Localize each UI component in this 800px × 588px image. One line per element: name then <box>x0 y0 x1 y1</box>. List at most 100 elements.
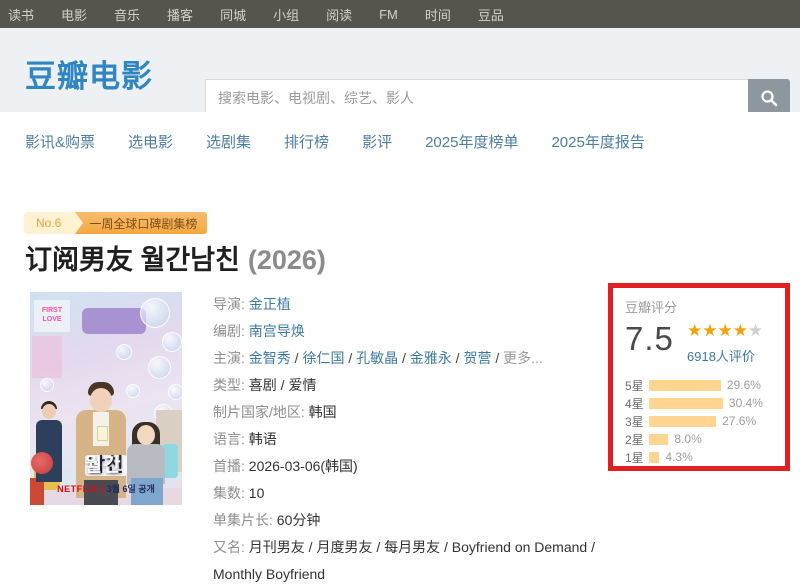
info-link[interactable]: 金雅永 <box>410 350 452 366</box>
rating-score: 7.5 <box>625 320 687 365</box>
ranking-badge-rank: No.6 <box>24 212 75 234</box>
dist-bar <box>649 434 668 445</box>
poster-bubble <box>148 356 171 379</box>
topnav-item-同城[interactable]: 同城 <box>220 5 246 24</box>
info-value: / <box>452 350 464 366</box>
subnav-item-影讯&购票[interactable]: 影讯&购票 <box>25 131 95 152</box>
poster-release-date: 3월 6일 공개 <box>107 484 155 494</box>
info-value: 韩国 <box>309 404 337 420</box>
topnav-item-音乐[interactable]: 音乐 <box>114 5 140 24</box>
info-label: 又名: <box>213 539 249 555</box>
rating-heading: 豆瓣评分 <box>625 297 773 316</box>
info-row: 又名: 月刊男友 / 月度男友 / 每月男友 / Boyfriend on De… <box>213 534 598 588</box>
info-label: 编剧: <box>213 323 249 339</box>
info-row: 单集片长: 60分钟 <box>213 507 598 534</box>
star-icon: ★ <box>718 321 733 340</box>
subnav-item-2025年度报告[interactable]: 2025年度报告 <box>551 131 644 152</box>
info-value: 2026-03-06(韩国) <box>249 458 358 474</box>
info-value: 月刊男友 / 月度男友 / 每月男友 / Boyfriend on Demand… <box>213 539 595 582</box>
info-row: 导演: 金正植 <box>213 291 598 318</box>
poster-bubble <box>126 384 140 398</box>
dist-percent: 4.3% <box>665 450 692 464</box>
poster-wall-art <box>32 336 62 378</box>
info-link[interactable]: 南宫导焕 <box>249 323 305 339</box>
page-title: 订阅男友 월간남친(2026) <box>25 238 326 277</box>
info-link[interactable]: 孔敏晶 <box>356 350 398 366</box>
top-nav: 读书 电影 音乐 播客 同城 小组 阅读 FM 时间 豆品 <box>0 0 800 28</box>
poster-main-man-head <box>90 388 112 412</box>
info-link[interactable]: 金正植 <box>249 296 291 312</box>
dist-percent: 30.4% <box>729 396 763 410</box>
info-row: 编剧: 南宫导焕 <box>213 318 598 345</box>
poster-bubble <box>162 332 182 352</box>
search-icon <box>760 89 778 107</box>
star-icon: ★ <box>702 321 717 340</box>
info-row: 主演: 金智秀 / 徐仁国 / 孔敏晶 / 金雅永 / 贺营 / 更多... <box>213 345 598 372</box>
rating-stars-col: ★★★★★ 6918人评价 <box>687 320 763 365</box>
dist-row: 4星30.4% <box>625 394 773 412</box>
dist-bar <box>649 380 721 391</box>
dist-star-label: 5星 <box>625 377 649 394</box>
site-logo[interactable]: 豆瓣电影 <box>25 51 153 96</box>
topnav-item-小组[interactable]: 小组 <box>273 5 299 24</box>
poster-main-man-card <box>97 426 108 441</box>
poster-woman-head <box>137 425 155 445</box>
info-value: / <box>491 350 503 366</box>
dist-row: 5星 29.6% <box>625 376 773 394</box>
dist-row: 2星 8.0% <box>625 430 773 448</box>
star-icon: ★ <box>733 321 748 340</box>
star-rating: ★★★★★ <box>687 322 763 341</box>
info-value: / <box>398 350 410 366</box>
subnav-item-选剧集[interactable]: 选剧集 <box>206 131 251 152</box>
dist-star-label: 3星 <box>625 413 649 430</box>
info-value: 10 <box>249 485 265 501</box>
topnav-item-阅读[interactable]: 阅读 <box>326 5 352 24</box>
rating-votes-link[interactable]: 6918人评价 <box>687 346 763 365</box>
info-link[interactable]: 金智秀 <box>249 350 291 366</box>
dist-bar <box>649 416 716 427</box>
rating-section: 豆瓣评分 7.5 ★★★★★ 6918人评价 5星 29.6% 4星30.4%3星2… <box>608 283 790 471</box>
topnav-item-FM[interactable]: FM <box>379 7 398 22</box>
dist-row: 1星4.3% <box>625 448 773 466</box>
subnav-item-影评[interactable]: 影评 <box>362 131 392 152</box>
movie-info: 导演: 金正植编剧: 南宫导焕主演: 金智秀 / 徐仁国 / 孔敏晶 / 金雅永… <box>213 291 598 588</box>
ranking-badge-list-name[interactable]: 一周全球口碑剧集榜 <box>75 212 207 234</box>
info-row: 首播: 2026-03-06(韩国) <box>213 453 598 480</box>
info-value: 韩语 <box>249 431 277 447</box>
poster-bubble <box>116 344 132 360</box>
info-link[interactable]: 徐仁国 <box>302 350 344 366</box>
movie-poster[interactable]: FIRST LOVE 월간 남친 NETFLIX|3월 6일 공개 <box>30 292 182 505</box>
star-icon: ★ <box>687 321 702 340</box>
poster-suit-man-head <box>42 404 56 419</box>
dist-percent: 8.0% <box>674 432 701 446</box>
info-value: 喜剧 / 爱情 <box>249 377 317 393</box>
info-label: 集数: <box>213 485 249 501</box>
ranking-badge[interactable]: No.6 一周全球口碑剧集榜 <box>24 212 207 234</box>
subnav-item-选电影[interactable]: 选电影 <box>128 131 173 152</box>
topnav-item-播客[interactable]: 播客 <box>167 5 193 24</box>
topnav-item-读书[interactable]: 读书 <box>8 5 34 24</box>
poster-title: 월간 남친 <box>30 450 182 477</box>
site-header: 豆瓣电影 <box>0 28 800 112</box>
info-label: 导演: <box>213 296 249 312</box>
info-value: / <box>291 350 303 366</box>
poster-bubble <box>168 384 182 400</box>
rating-score-row: 7.5 ★★★★★ 6918人评价 <box>625 320 773 365</box>
topnav-item-豆品[interactable]: 豆品 <box>478 5 504 24</box>
info-row: 类型: 喜剧 / 爱情 <box>213 372 598 399</box>
rating-distribution: 5星29.6%4星30.4%3星27.6%2星8.0%1星4.3% <box>625 376 773 466</box>
info-label: 类型: <box>213 377 249 393</box>
poster-firstlove-text: FIRST LOVE <box>34 300 70 332</box>
subnav-item-排行榜[interactable]: 排行榜 <box>284 131 329 152</box>
dist-percent: 29.6% <box>727 378 761 392</box>
topnav-item-时间[interactable]: 时间 <box>425 5 451 24</box>
info-value: / <box>344 350 356 366</box>
topnav-item-电影[interactable]: 电影 <box>61 5 87 24</box>
netflix-logo: NETFLIX <box>57 484 98 494</box>
movie-year: (2026) <box>248 245 326 275</box>
info-value: 60分钟 <box>277 512 321 528</box>
dist-star-label: 2星 <box>625 431 649 448</box>
subnav-item-2025年度榜单[interactable]: 2025年度榜单 <box>425 131 518 152</box>
poster-title-white: 월간 <box>85 450 122 477</box>
info-link[interactable]: 贺营 <box>463 350 491 366</box>
